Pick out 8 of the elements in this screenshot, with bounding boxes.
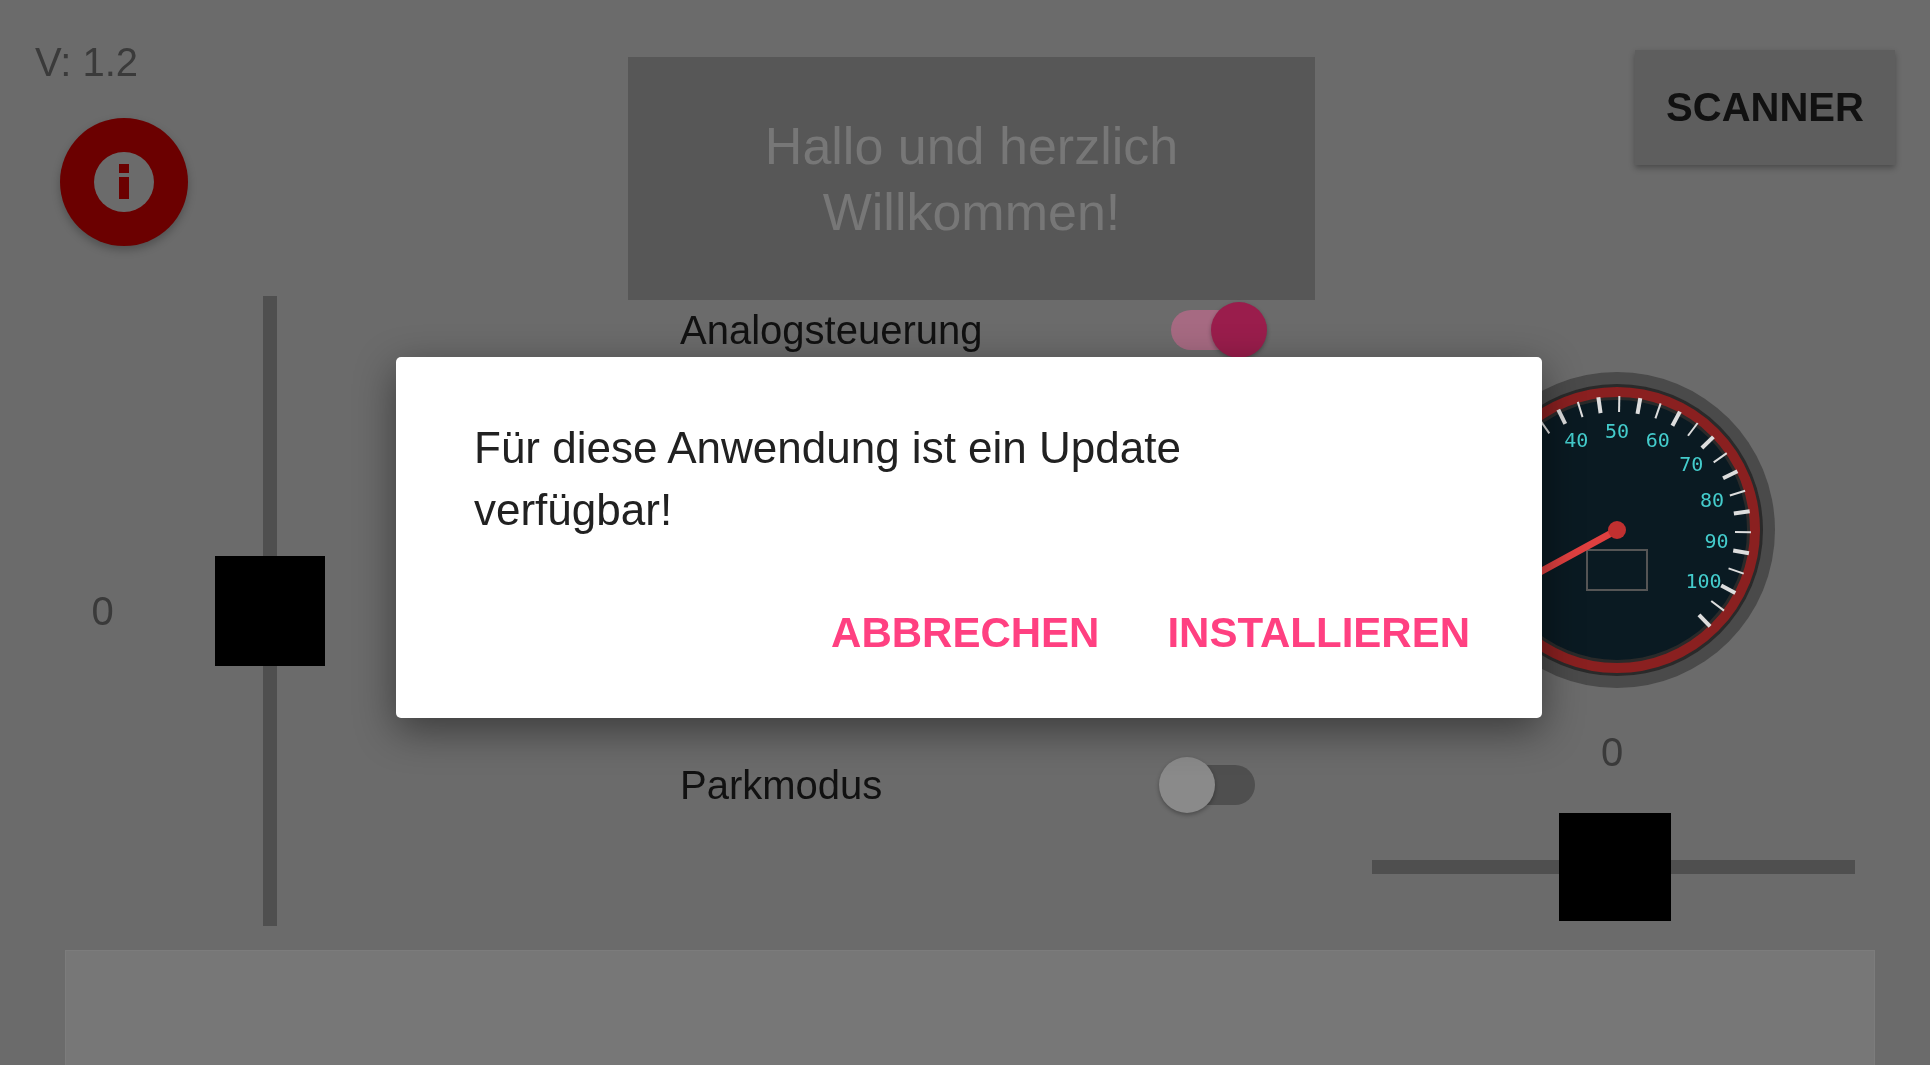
info-icon <box>94 152 154 212</box>
dialog-button[interactable]: ABBRECHEN <box>817 601 1114 665</box>
scanner-button[interactable]: SCANNER <box>1635 50 1895 165</box>
switch-label: Analogsteuerung <box>680 307 983 353</box>
dialog-message: Für diese Anwendung ist ein Update verfügbar! <box>474 422 1182 536</box>
slider-thumb[interactable] <box>215 556 325 666</box>
switch-label: Parkmodus <box>680 762 883 808</box>
slider-thumb[interactable] <box>1558 813 1671 921</box>
